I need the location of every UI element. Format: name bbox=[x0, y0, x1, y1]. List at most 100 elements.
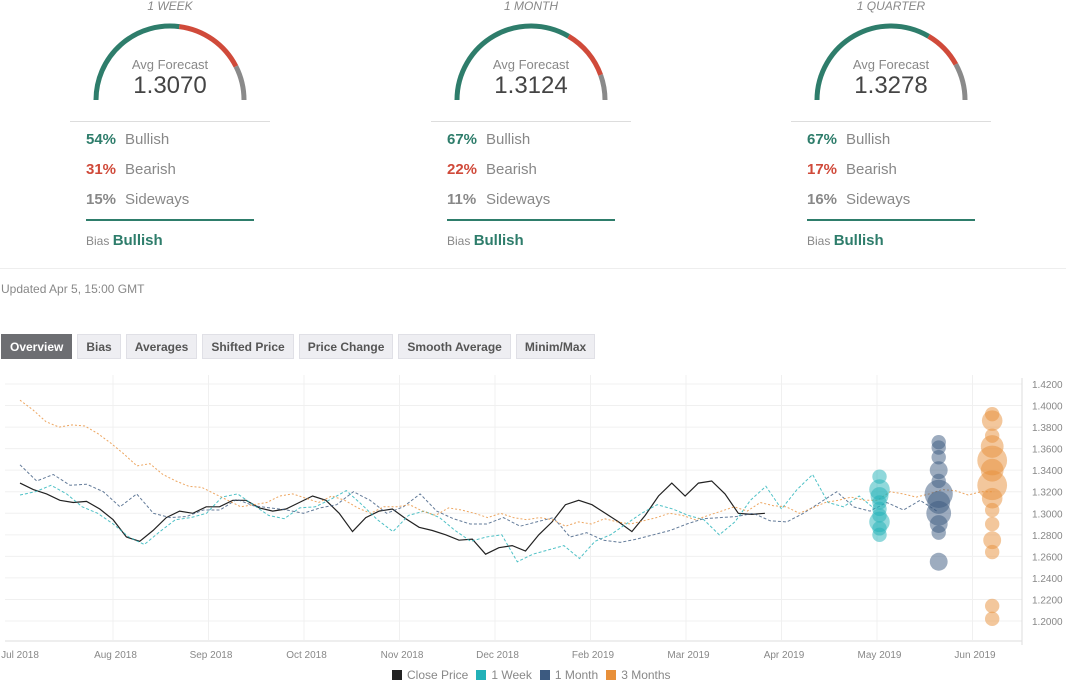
forecast-bubble-1-month bbox=[931, 525, 946, 540]
forecast-period: 1 WEEK bbox=[147, 0, 193, 13]
bias: Bias Bullish bbox=[86, 232, 163, 249]
bias: Bias Bullish bbox=[447, 232, 524, 249]
forecast-bubble-3-months bbox=[984, 611, 1000, 627]
x-tick-label: Oct 2018 bbox=[286, 650, 327, 661]
x-tick-label: Nov 2018 bbox=[381, 650, 424, 661]
sideways-pct: 16% bbox=[807, 191, 838, 208]
tab-averages[interactable]: Averages bbox=[125, 334, 198, 359]
legend-swatch bbox=[606, 670, 617, 680]
sideways-pct: 15% bbox=[86, 191, 117, 208]
bullish-label: Bullish bbox=[486, 131, 531, 148]
sideways-label: Sideways bbox=[846, 191, 911, 208]
bearish-pct: 22% bbox=[447, 161, 478, 178]
y-tick-label: 1.3000 bbox=[1032, 509, 1063, 520]
bullish-row: 54% Bullish bbox=[86, 131, 169, 148]
bias-label: Bias bbox=[86, 234, 110, 248]
x-tick-label: Sep 2018 bbox=[190, 650, 233, 661]
divider bbox=[70, 121, 270, 122]
divider bbox=[0, 268, 1066, 269]
bullish-label: Bullish bbox=[846, 131, 891, 148]
y-tick-label: 1.3400 bbox=[1032, 466, 1063, 477]
series-line-3-months bbox=[19, 399, 995, 527]
tab-smooth-average[interactable]: Smooth Average bbox=[398, 334, 511, 359]
x-tick-label: Apr 2019 bbox=[764, 650, 805, 661]
x-tick-label: Jul 2018 bbox=[1, 650, 39, 661]
sideways-row: 16% Sideways bbox=[807, 191, 910, 208]
x-tick-label: Jun 2019 bbox=[954, 650, 996, 661]
x-tick-label: Feb 2019 bbox=[572, 650, 615, 661]
bearish-row: 22% Bearish bbox=[447, 161, 537, 178]
legend-label: 1 Week bbox=[491, 668, 532, 682]
legend-item-1-month[interactable]: 1 Month bbox=[539, 668, 599, 682]
bias-value: Bullish bbox=[473, 232, 524, 249]
series-line-1-week bbox=[19, 473, 876, 563]
avg-forecast-value: 1.3124 bbox=[494, 72, 568, 99]
y-tick-label: 1.2800 bbox=[1032, 531, 1063, 542]
bearish-row: 31% Bearish bbox=[86, 161, 176, 178]
bias-label: Bias bbox=[447, 234, 471, 248]
bias: Bias Bullish bbox=[807, 232, 884, 249]
x-tick-label: Aug 2018 bbox=[94, 650, 137, 661]
legend-item-3-months[interactable]: 3 Months bbox=[606, 668, 671, 682]
divider bbox=[791, 121, 991, 122]
x-tick-label: Dec 2018 bbox=[476, 650, 519, 661]
tab-shifted-price[interactable]: Shifted Price bbox=[202, 334, 294, 359]
bearish-pct: 31% bbox=[86, 161, 117, 178]
bias-value: Bullish bbox=[112, 232, 163, 249]
y-tick-label: 1.2200 bbox=[1032, 595, 1063, 606]
legend-swatch bbox=[476, 670, 487, 680]
tab-minim-max[interactable]: Minim/Max bbox=[515, 334, 596, 359]
y-tick-label: 1.4200 bbox=[1032, 380, 1063, 391]
bias-bar bbox=[807, 219, 975, 221]
y-tick-label: 1.2600 bbox=[1032, 552, 1063, 563]
x-tick-label: Mar 2019 bbox=[667, 650, 710, 661]
legend-label: 1 Month bbox=[554, 668, 599, 682]
forecast-bubble-3-months bbox=[981, 410, 1003, 431]
forecast-bubble-3-months bbox=[984, 598, 1000, 614]
bullish-pct: 54% bbox=[86, 131, 117, 148]
forecast-chart: 1.4200 1.4000 1.3800 1.3600 1.3400 1.3200 1.30… bbox=[1, 375, 1063, 661]
sideways-label: Sideways bbox=[125, 191, 190, 208]
legend-swatch bbox=[392, 670, 402, 680]
bearish-row: 17% Bearish bbox=[807, 161, 897, 178]
forecast-bubble-1-week bbox=[872, 527, 887, 543]
y-tick-label: 1.2000 bbox=[1032, 617, 1063, 628]
y-tick-label: 1.3600 bbox=[1032, 445, 1063, 456]
bullish-row: 67% Bullish bbox=[447, 131, 530, 148]
chart-legend: Close Price 1 Week 1 Month 3 Months bbox=[392, 668, 671, 682]
legend-label: 3 Months bbox=[621, 668, 671, 682]
sideways-label: Sideways bbox=[486, 191, 551, 208]
bullish-label: Bullish bbox=[125, 131, 170, 148]
sideways-pct: 11% bbox=[447, 191, 477, 208]
y-tick-label: 1.4000 bbox=[1032, 402, 1063, 413]
bearish-pct: 17% bbox=[807, 161, 838, 178]
legend-item-close-price[interactable]: Close Price bbox=[392, 668, 468, 682]
bias-bar bbox=[447, 219, 615, 221]
divider bbox=[431, 121, 631, 122]
bullish-pct: 67% bbox=[807, 131, 838, 148]
sideways-row: 15% Sideways bbox=[86, 191, 189, 208]
avg-forecast-value: 1.3070 bbox=[133, 72, 207, 99]
tab-bias[interactable]: Bias bbox=[77, 334, 121, 359]
bearish-label: Bearish bbox=[846, 161, 897, 178]
forecast-period: 1 QUARTER bbox=[856, 0, 926, 13]
tab-overview[interactable]: Overview bbox=[1, 334, 73, 359]
legend-item-1-week[interactable]: 1 Week bbox=[476, 668, 532, 682]
updated-timestamp: Updated Apr 5, 15:00 GMT bbox=[1, 282, 145, 296]
forecast-bubble-3-months bbox=[984, 544, 1000, 560]
bullish-row: 67% Bullish bbox=[807, 131, 890, 148]
legend-label: Close Price bbox=[407, 668, 469, 682]
bias-label: Bias bbox=[807, 234, 831, 248]
tab-price-change[interactable]: Price Change bbox=[298, 334, 394, 359]
bearish-label: Bearish bbox=[486, 161, 537, 178]
avg-forecast-label: Avg Forecast bbox=[492, 57, 570, 72]
bearish-label: Bearish bbox=[125, 161, 176, 178]
y-tick-label: 1.3800 bbox=[1032, 423, 1063, 434]
y-tick-label: 1.3200 bbox=[1032, 488, 1063, 499]
forecast-bubble-1-month bbox=[929, 552, 948, 571]
series-line-1-month bbox=[19, 464, 938, 543]
forecast-bubble-3-months bbox=[984, 516, 1000, 532]
forecast-period: 1 MONTH bbox=[504, 0, 558, 13]
sideways-row: 11% Sideways bbox=[447, 191, 550, 208]
legend-swatch bbox=[539, 670, 550, 680]
